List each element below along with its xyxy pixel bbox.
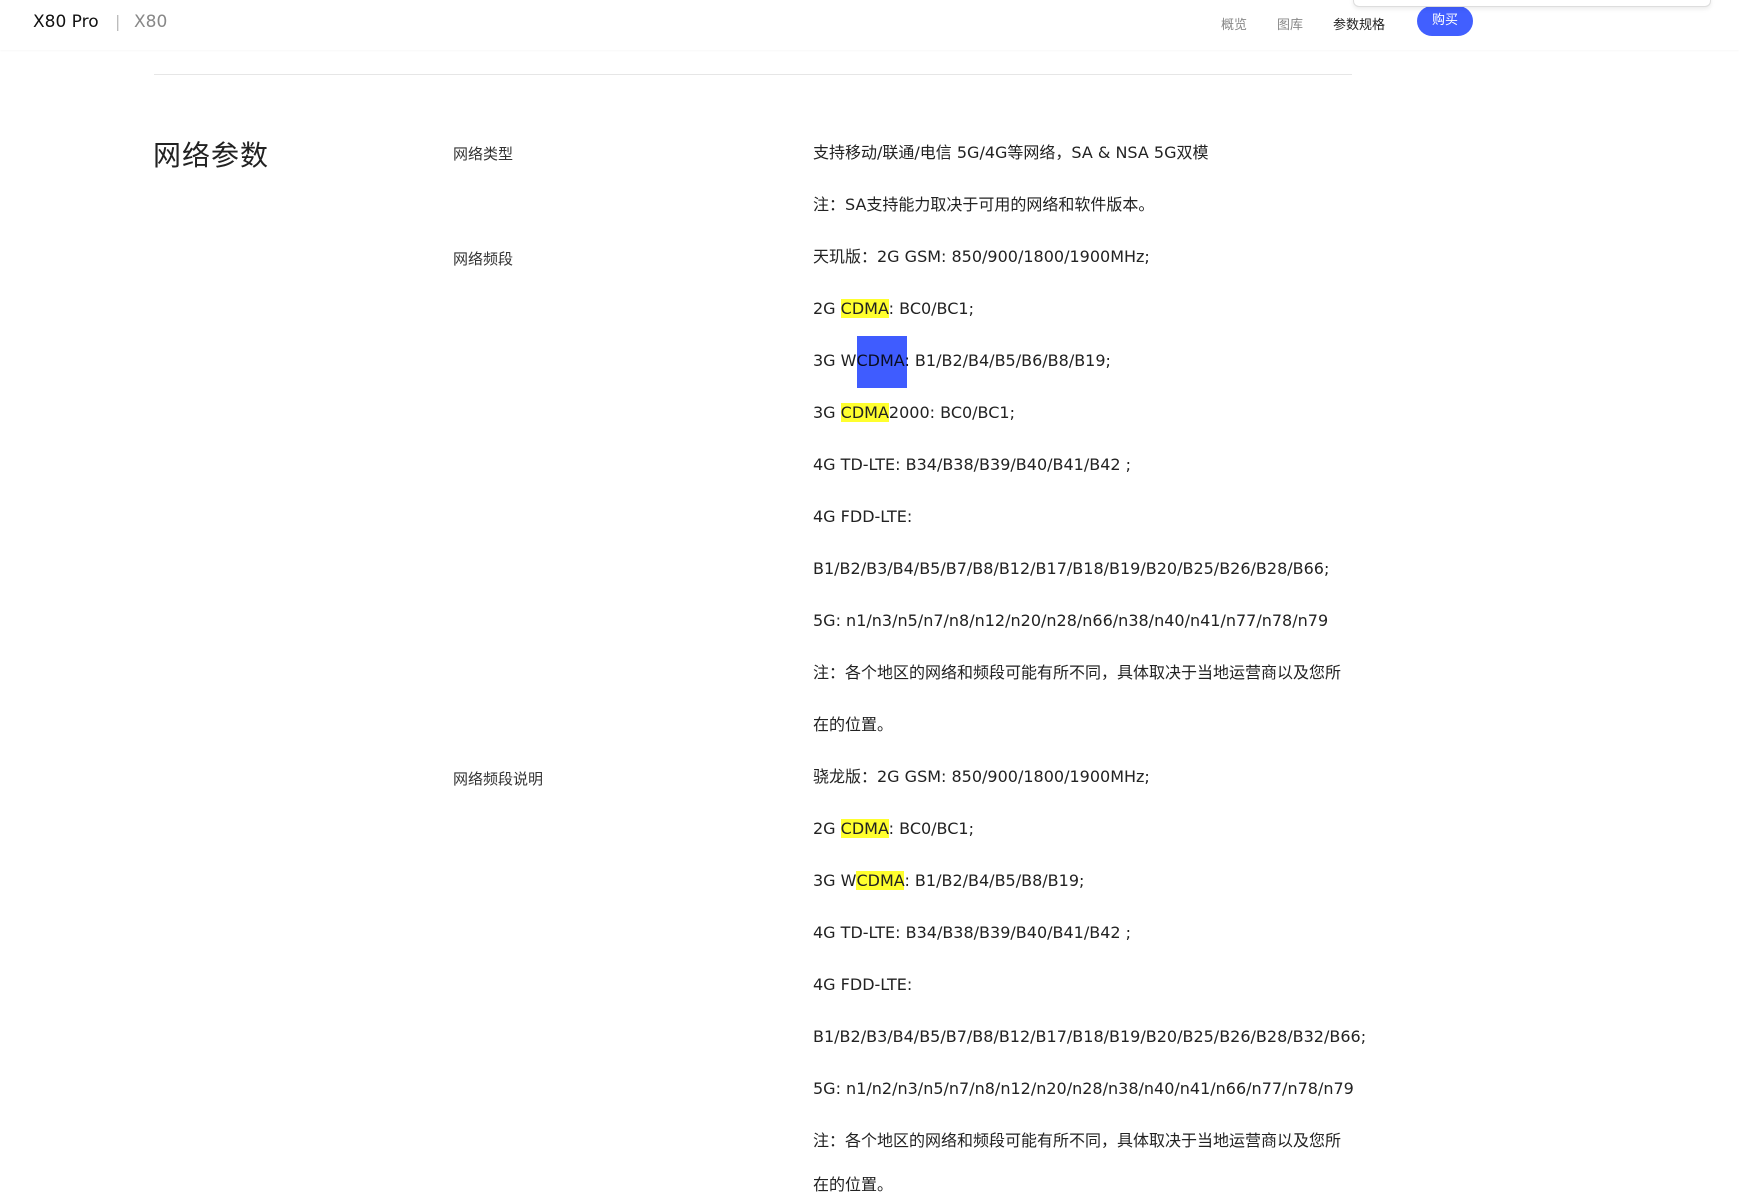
text-segment: : BC0/BC1; bbox=[888, 299, 974, 318]
spec-line: 天玑版：2G GSM: 850/900/1800/1900MHz; bbox=[813, 247, 1150, 266]
spec-line: 注：各个地区的网络和频段可能有所不同，具体取决于当地运营商以及您所 bbox=[813, 663, 1342, 682]
spec-line: 4G TD-LTE: B34/B38/B39/B40/B41/B42 ; bbox=[813, 455, 1132, 474]
brand-x80[interactable]: X80 bbox=[134, 12, 167, 32]
spec-line: 支持移动/联通/电信 5G/4G等网络，SA & NSA 5G双模 bbox=[813, 143, 1209, 162]
spec-line: 2G CDMA: BC0/BC1; bbox=[813, 816, 974, 842]
spec-line: 注：SA支持能力取决于可用的网络和软件版本。 bbox=[813, 195, 1155, 214]
nav-specs[interactable]: 参数规格 bbox=[1333, 14, 1385, 33]
label-network-bands-note: 网络频段说明 bbox=[453, 770, 544, 788]
text-segment: : B1/B2/B4/B5/B8/B19; bbox=[904, 871, 1085, 890]
text-selection bbox=[857, 336, 907, 388]
spec-line: 4G TD-LTE: B34/B38/B39/B40/B41/B42 ; bbox=[813, 923, 1132, 942]
spec-line: 3G WCDMA: B1/B2/B4/B5/B8/B19; bbox=[813, 868, 1084, 894]
spec-line: 4G FDD-LTE: bbox=[813, 975, 913, 994]
divider bbox=[154, 74, 1352, 75]
text-segment: 3G bbox=[813, 403, 841, 422]
spec-line: B1/B2/B3/B4/B5/B7/B8/B12/B17/B18/B19/B20… bbox=[813, 1027, 1367, 1046]
text-segment: : BC0/BC1; bbox=[888, 819, 974, 838]
text-segment: 2000: BC0/BC1; bbox=[888, 403, 1015, 422]
brand-separator: | bbox=[115, 12, 121, 31]
spec-line: 4G FDD-LTE: bbox=[813, 507, 913, 526]
search-highlight: CDMA bbox=[840, 403, 889, 422]
spec-line: 3G CDMA2000: BC0/BC1; bbox=[813, 400, 1015, 426]
dropdown-popup-edge bbox=[1353, 0, 1711, 7]
brand-x80-pro[interactable]: X80 Pro bbox=[33, 12, 99, 32]
label-network-bands: 网络频段 bbox=[453, 250, 514, 268]
text-segment: 3G W bbox=[813, 871, 857, 890]
spec-line: 在的位置。 bbox=[813, 1175, 894, 1194]
label-network-type: 网络类型 bbox=[453, 145, 514, 163]
search-highlight: CDMA bbox=[840, 299, 889, 318]
search-highlight: CDMA bbox=[840, 819, 889, 838]
nav-overview[interactable]: 概览 bbox=[1221, 14, 1247, 33]
nav-gallery[interactable]: 图库 bbox=[1277, 14, 1303, 33]
spec-line: B1/B2/B3/B4/B5/B7/B8/B12/B17/B18/B19/B20… bbox=[813, 559, 1330, 578]
spec-line: 5G: n1/n3/n5/n7/n8/n12/n20/n28/n66/n38/n… bbox=[813, 611, 1329, 630]
search-highlight: CDMA bbox=[856, 871, 905, 890]
spec-line: 2G CDMA: BC0/BC1; bbox=[813, 296, 974, 322]
section-title: 网络参数 bbox=[153, 139, 270, 172]
spec-line: 在的位置。 bbox=[813, 715, 894, 734]
top-navigation-bar: X80 Pro | X80 概览 图库 参数规格 购买 bbox=[0, 0, 1739, 50]
text-segment: 2G bbox=[813, 299, 841, 318]
buy-button[interactable]: 购买 bbox=[1417, 6, 1473, 36]
text-segment: 2G bbox=[813, 819, 841, 838]
spec-line: 注：各个地区的网络和频段可能有所不同，具体取决于当地运营商以及您所 bbox=[813, 1131, 1342, 1150]
spec-line: 5G: n1/n2/n3/n5/n7/n8/n12/n20/n28/n38/n4… bbox=[813, 1079, 1354, 1098]
spec-line: 骁龙版：2G GSM: 850/900/1800/1900MHz; bbox=[813, 767, 1150, 786]
